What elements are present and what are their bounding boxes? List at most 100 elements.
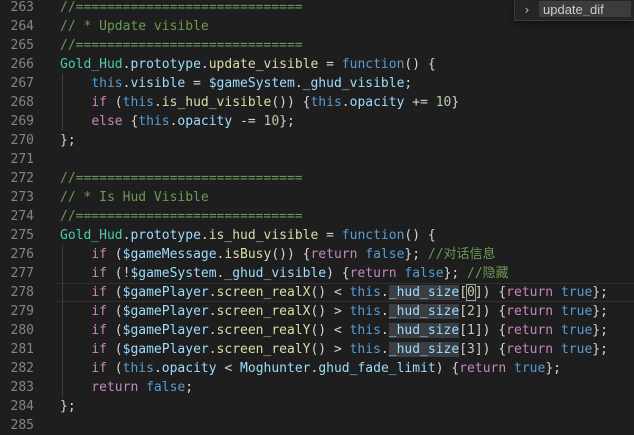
code-token: ;: [185, 380, 194, 395]
code-token: this: [138, 114, 170, 129]
code-text: if ($gamePlayer.screen_realX() > this._h…: [60, 302, 608, 321]
code-token: screen_realX: [216, 304, 311, 319]
code-token: false: [365, 247, 405, 262]
code-token: visible: [130, 76, 186, 91]
code-line[interactable]: 283 return false;: [0, 378, 634, 397]
line-number: 267: [10, 76, 34, 91]
code-token: $gameSystem: [130, 266, 217, 281]
code-token: };: [60, 133, 76, 148]
code-token: {: [122, 114, 139, 129]
code-token: .: [380, 323, 389, 338]
code-token: false: [146, 380, 186, 395]
code-token: (: [106, 342, 123, 357]
line-number: 272: [10, 171, 34, 186]
code-token: //=============================: [60, 209, 303, 224]
code-token: }: [451, 95, 460, 110]
code-token: this: [349, 304, 381, 319]
code-text: //=============================: [60, 0, 303, 17]
code-line[interactable]: 279 if ($gamePlayer.screen_realX() > thi…: [0, 302, 634, 321]
code-token: this: [349, 323, 381, 338]
code-line[interactable]: 272 //=============================: [0, 169, 634, 188]
code-line[interactable]: 281 if ($gamePlayer.screen_realY() > thi…: [0, 340, 634, 359]
code-token: false: [404, 266, 444, 281]
line-number: 270: [10, 133, 34, 148]
code-token: .: [208, 304, 217, 319]
code-token: is_hud_visible: [161, 95, 272, 110]
code-token: // * Is Hud Visible: [60, 190, 209, 205]
code-token: };: [592, 304, 608, 319]
code-line[interactable]: 266 Gold_Hud.prototype.update_visible = f…: [0, 55, 634, 74]
code-line[interactable]: 270};: [0, 131, 634, 150]
code-token: [: [459, 285, 468, 300]
code-line[interactable]: 284};: [0, 397, 634, 416]
code-token: .: [208, 323, 217, 338]
code-token: if: [91, 95, 107, 110]
code-line[interactable]: 278 if ($gamePlayer.screen_realX() < thi…: [0, 283, 634, 302]
code-token: ]) {: [474, 323, 507, 338]
code-text: // * Update visible: [60, 17, 209, 36]
code-line[interactable]: 267 this.visible = $gameSystem._ghud_vis…: [0, 74, 634, 93]
code-line[interactable]: 285: [0, 416, 634, 435]
code-text: if (!$gameSystem._ghud_visible) {return …: [60, 264, 508, 283]
code-line[interactable]: 275 Gold_Hud.prototype.is_hud_visible = f…: [0, 226, 634, 245]
code-text: if ($gamePlayer.screen_realY() > this._h…: [60, 340, 608, 359]
code-token: if: [91, 285, 107, 300]
code-token: Moghunter: [240, 361, 311, 376]
code-line[interactable]: 274 //=============================: [0, 207, 634, 226]
find-input[interactable]: update_dif: [539, 1, 631, 17]
line-number: 265: [10, 38, 34, 53]
line-number: 284: [10, 399, 34, 414]
code-token: _hud_size: [388, 323, 460, 338]
code-token: () {: [404, 228, 436, 243]
line-number: 275: [10, 228, 34, 243]
code-token: ) {: [326, 266, 350, 281]
code-token: function: [341, 228, 405, 243]
code-token: ]) {: [474, 342, 507, 357]
line-number: 280: [10, 323, 34, 338]
code-token: $gameMessage: [122, 247, 217, 262]
code-token: return: [506, 342, 554, 357]
code-token: is_hud_visible: [208, 228, 319, 243]
code-line[interactable]: 269 else {this.opacity -= 10};: [0, 112, 634, 131]
line-number: 264: [10, 19, 34, 34]
code-line[interactable]: 282 if (this.opacity < Moghunter.ghud_fa…: [0, 359, 634, 378]
code-token: [: [459, 304, 468, 319]
code-token: _ghud_visible: [302, 76, 405, 91]
code-token: opacity: [349, 95, 405, 110]
code-token: 3: [467, 342, 475, 357]
code-token: .: [380, 285, 389, 300]
line-number: 279: [10, 304, 34, 319]
code-token: $gamePlayer: [122, 342, 209, 357]
code-token: ()) {: [271, 95, 311, 110]
chevron-right-icon[interactable]: ›: [519, 2, 535, 18]
code-text: if ($gamePlayer.screen_realY() < this._h…: [60, 321, 608, 340]
line-number: 277: [10, 266, 34, 281]
code-text: if (this.opacity < Moghunter.ghud_fade_l…: [60, 359, 561, 378]
code-token: };: [592, 342, 608, 357]
code-line[interactable]: 280 if ($gamePlayer.screen_realY() < thi…: [0, 321, 634, 340]
code-line[interactable]: 268 if (this.is_hud_visible()) {this.opa…: [0, 93, 634, 112]
code-token: $gameSystem: [208, 76, 295, 91]
code-text: else {this.opacity -= 10};: [60, 112, 295, 131]
code-token: =: [185, 76, 209, 91]
code-token: true: [514, 361, 546, 376]
code-token: =: [318, 228, 342, 243]
code-token: (!: [106, 266, 131, 281]
line-number: 283: [10, 380, 34, 395]
code-line[interactable]: 271: [0, 150, 634, 169]
code-text: Gold_Hud.prototype.update_visible = func…: [60, 55, 436, 74]
code-token: Gold_Hud: [60, 228, 123, 243]
code-line[interactable]: 273 // * Is Hud Visible: [0, 188, 634, 207]
code-editor[interactable]: 263 //============================= 264 // …: [0, 0, 634, 435]
code-token: screen_realY: [216, 323, 311, 338]
code-token: return: [310, 247, 358, 262]
code-line[interactable]: 265 //=============================: [0, 36, 634, 55]
code-token: true: [560, 285, 593, 300]
code-token: if: [91, 304, 107, 319]
code-text: if ($gameMessage.isBusy()) {return false…: [60, 245, 495, 264]
code-line[interactable]: 277 if (!$gameSystem._ghud_visible) {ret…: [0, 264, 634, 283]
code-line[interactable]: 276 if ($gameMessage.isBusy()) {return f…: [0, 245, 634, 264]
